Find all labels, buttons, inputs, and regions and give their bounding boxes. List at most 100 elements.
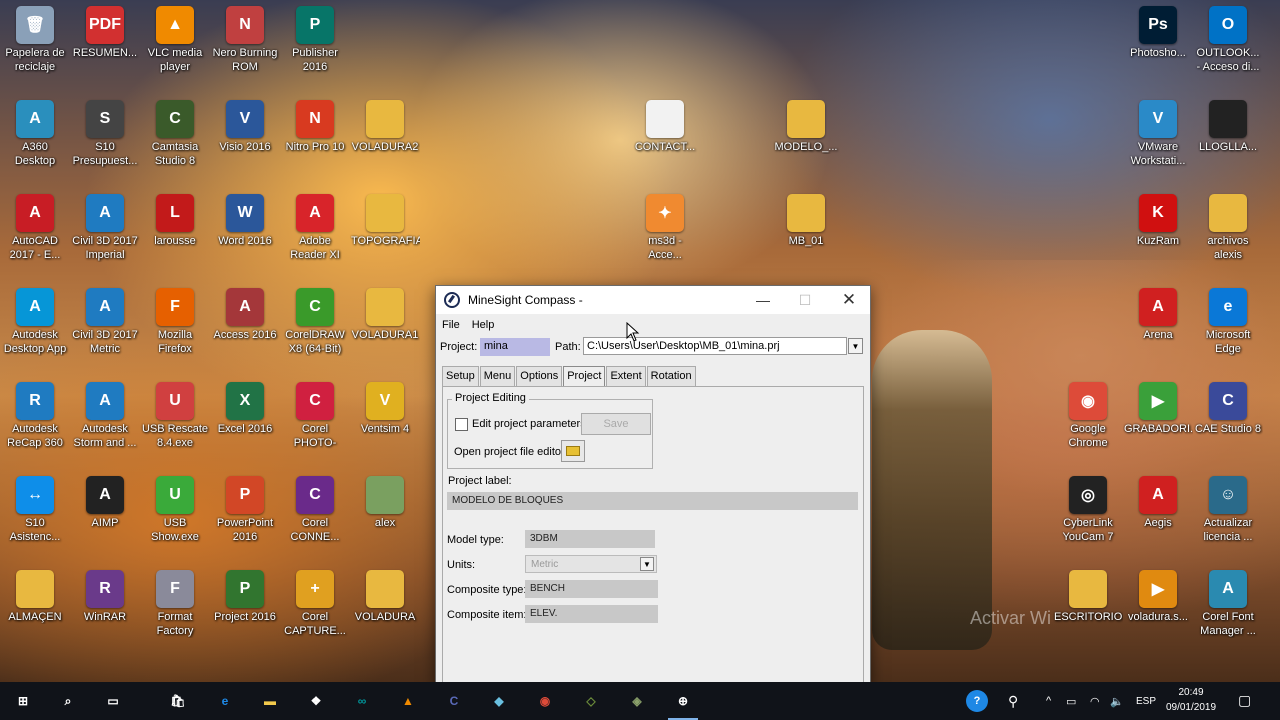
desktop-icon[interactable]: MB_01	[771, 188, 841, 276]
desktop-icon[interactable]: X Excel 2016	[210, 376, 280, 464]
units-select[interactable]: Metric	[525, 555, 657, 573]
arduino-icon[interactable]: ∞	[339, 682, 385, 720]
desktop-icon[interactable]: C CorelDRAW X8 (64-Bit)	[280, 282, 350, 370]
tab-project[interactable]: Project	[563, 366, 606, 387]
desktop-icon[interactable]: A Civil 3D 2017 Imperial	[70, 188, 140, 276]
desktop-icon[interactable]: N Nero Burning ROM	[210, 0, 280, 88]
desktop-icon[interactable]: archivos alexis	[1193, 188, 1263, 276]
vlc-taskbar-icon[interactable]: ▲	[385, 682, 431, 720]
desktop-icon[interactable]: ESCRITORIO	[1053, 564, 1123, 652]
desktop-icon[interactable]: A Access 2016	[210, 282, 280, 370]
desktop-icon[interactable]: ▶ GRABADORI...	[1123, 376, 1193, 464]
tab-options[interactable]: Options	[516, 366, 563, 386]
desktop-icon[interactable]: ◉ Google Chrome	[1053, 376, 1123, 464]
path-field[interactable]: C:\Users\User\Desktop\MB_01\mina.prj	[583, 337, 847, 355]
volume-icon[interactable]: 🔈	[1110, 695, 1124, 708]
desktop-icon[interactable]: Ps Photosho...	[1123, 0, 1193, 88]
wifi-icon[interactable]: ◠	[1090, 695, 1100, 708]
desktop-icon[interactable]: ↔ S10 Asistenc...	[0, 470, 70, 558]
start-button[interactable]: ⊞	[0, 682, 46, 720]
tab-extent[interactable]: Extent	[606, 366, 646, 386]
app-taskbar-icon-1[interactable]: ◇	[568, 682, 614, 720]
tab-menu[interactable]: Menu	[479, 366, 516, 386]
composite-type-field[interactable]: BENCH	[525, 580, 658, 598]
desktop-icon[interactable]: A Aegis	[1123, 470, 1193, 558]
path-dropdown-button[interactable]: ▼	[848, 338, 863, 354]
minesight-taskbar-icon[interactable]: ⊕	[660, 682, 706, 720]
app-taskbar-icon-2[interactable]: ◈	[614, 682, 660, 720]
desktop-icon[interactable]: ☺ Actualizar licencia ...	[1193, 470, 1263, 558]
edge-taskbar-icon[interactable]: e	[202, 682, 248, 720]
tab-rotation[interactable]: Rotation	[646, 366, 696, 386]
desktop-icon[interactable]: PDF RESUMEN...	[70, 0, 140, 88]
notifications-icon[interactable]: ▢	[1238, 692, 1251, 709]
desktop-icon[interactable]: O OUTLOOK... - Acceso di...	[1193, 0, 1263, 88]
maximize-button[interactable]: ☐	[784, 286, 826, 314]
model-type-field[interactable]: 3DBM	[525, 530, 655, 548]
desktop-icon[interactable]: + Corel CAPTURE...	[280, 564, 350, 652]
desktop-icon[interactable]: VOLADURA	[350, 564, 420, 652]
desktop-icon[interactable]: A Civil 3D 2017 Metric	[70, 282, 140, 370]
cae-taskbar-icon[interactable]: C	[431, 682, 477, 720]
people-icon[interactable]: ⚲	[1008, 693, 1018, 710]
desktop-icon[interactable]: LLOGLLA...	[1193, 94, 1263, 182]
desktop-icon[interactable]: A Corel Font Manager ...	[1193, 564, 1263, 652]
menu-help[interactable]: Help	[472, 319, 495, 331]
desktop-icon[interactable]: K KuzRam	[1123, 188, 1193, 276]
desktop-icon[interactable]: P PowerPoint 2016	[210, 470, 280, 558]
desktop-icon[interactable]: U USB Show.exe	[140, 470, 210, 558]
menu-file[interactable]: File	[442, 319, 460, 331]
composite-item-field[interactable]: ELEV.	[525, 605, 658, 623]
battery-icon[interactable]: ▭	[1066, 695, 1076, 708]
desktop-icon[interactable]: P Publisher 2016	[280, 0, 350, 88]
project-field[interactable]: mina	[480, 338, 550, 356]
desktop-icon[interactable]: VOLADURA2	[350, 94, 420, 182]
desktop-icon[interactable]: F Format Factory	[140, 564, 210, 652]
tab-setup[interactable]: Setup	[442, 366, 479, 386]
desktop-icon[interactable]: ▶ voladura.s...	[1123, 564, 1193, 652]
desktop-icon[interactable]: F Mozilla Firefox	[140, 282, 210, 370]
desktop-icon[interactable]: A Arena	[1123, 282, 1193, 370]
desktop-icon[interactable]: TOPOGRAFIA	[350, 188, 420, 276]
desktop-icon[interactable]: R WinRAR	[70, 564, 140, 652]
desktop-icon[interactable]: ▲ VLC media player	[140, 0, 210, 88]
desktop-icon[interactable]: C Camtasia Studio 8	[140, 94, 210, 182]
desktop-icon[interactable]: 🗑 Papelera de reciclaje	[0, 0, 70, 88]
units-dropdown-icon[interactable]: ▼	[640, 557, 654, 571]
desktop-icon[interactable]: C CAE Studio 8	[1193, 376, 1263, 464]
desktop-icon[interactable]: A AutoCAD 2017 - E...	[0, 188, 70, 276]
close-button[interactable]: ✕	[828, 286, 870, 314]
desktop-icon[interactable]: R Autodesk ReCap 360	[0, 376, 70, 464]
desktop-icon[interactable]: V Ventsim 4	[350, 376, 420, 464]
desktop-icon[interactable]: A Autodesk Storm and ...	[70, 376, 140, 464]
desktop-icon[interactable]: V Visio 2016	[210, 94, 280, 182]
task-view-icon[interactable]: ▭	[90, 682, 136, 720]
show-hidden-icons[interactable]: ^	[1046, 695, 1051, 707]
help-icon[interactable]: ?	[966, 690, 988, 712]
desktop-icon[interactable]: ✦ ms3d - Acce...	[630, 188, 700, 276]
chrome-taskbar-icon[interactable]: ◉	[522, 682, 568, 720]
save-button[interactable]: Save	[581, 413, 651, 435]
desktop-icon[interactable]: ◎ CyberLink YouCam 7	[1053, 470, 1123, 558]
search-icon[interactable]: ⌕	[45, 682, 91, 720]
desktop-icon[interactable]: N Nitro Pro 10	[280, 94, 350, 182]
desktop-icon[interactable]: V VMware Workstati...	[1123, 94, 1193, 182]
project-label-field[interactable]: MODELO DE BLOQUES	[447, 492, 858, 510]
file-explorer-icon[interactable]: ▬	[247, 682, 293, 720]
desktop-icon[interactable]: e Microsoft Edge	[1193, 282, 1263, 370]
window-titlebar[interactable]: MineSight Compass - — ☐ ✕	[436, 286, 870, 314]
desktop-icon[interactable]: U USB Rescate 8.4.exe	[140, 376, 210, 464]
desktop-icon[interactable]: MODELO_...	[771, 94, 841, 182]
sticky-icon[interactable]: ◆	[476, 682, 522, 720]
desktop-icon[interactable]: ALMAÇEN	[0, 564, 70, 652]
desktop-icon[interactable]: C Corel PHOTO-PAI...	[280, 376, 350, 464]
desktop-icon[interactable]: CONTACT...	[630, 94, 700, 182]
desktop-icon[interactable]: S S10 Presupuest...	[70, 94, 140, 182]
desktop-icon[interactable]: Llarousse	[140, 188, 210, 276]
desktop-icon[interactable]: A Adobe Reader XI	[280, 188, 350, 276]
clock[interactable]: 20:49 09/01/2019	[1160, 685, 1222, 715]
desktop-icon[interactable]: A Autodesk Desktop App	[0, 282, 70, 370]
open-editor-button[interactable]	[561, 440, 585, 462]
desktop-icon[interactable]: C Corel CONNE...	[280, 470, 350, 558]
desktop-icon[interactable]: A A360 Desktop	[0, 94, 70, 182]
